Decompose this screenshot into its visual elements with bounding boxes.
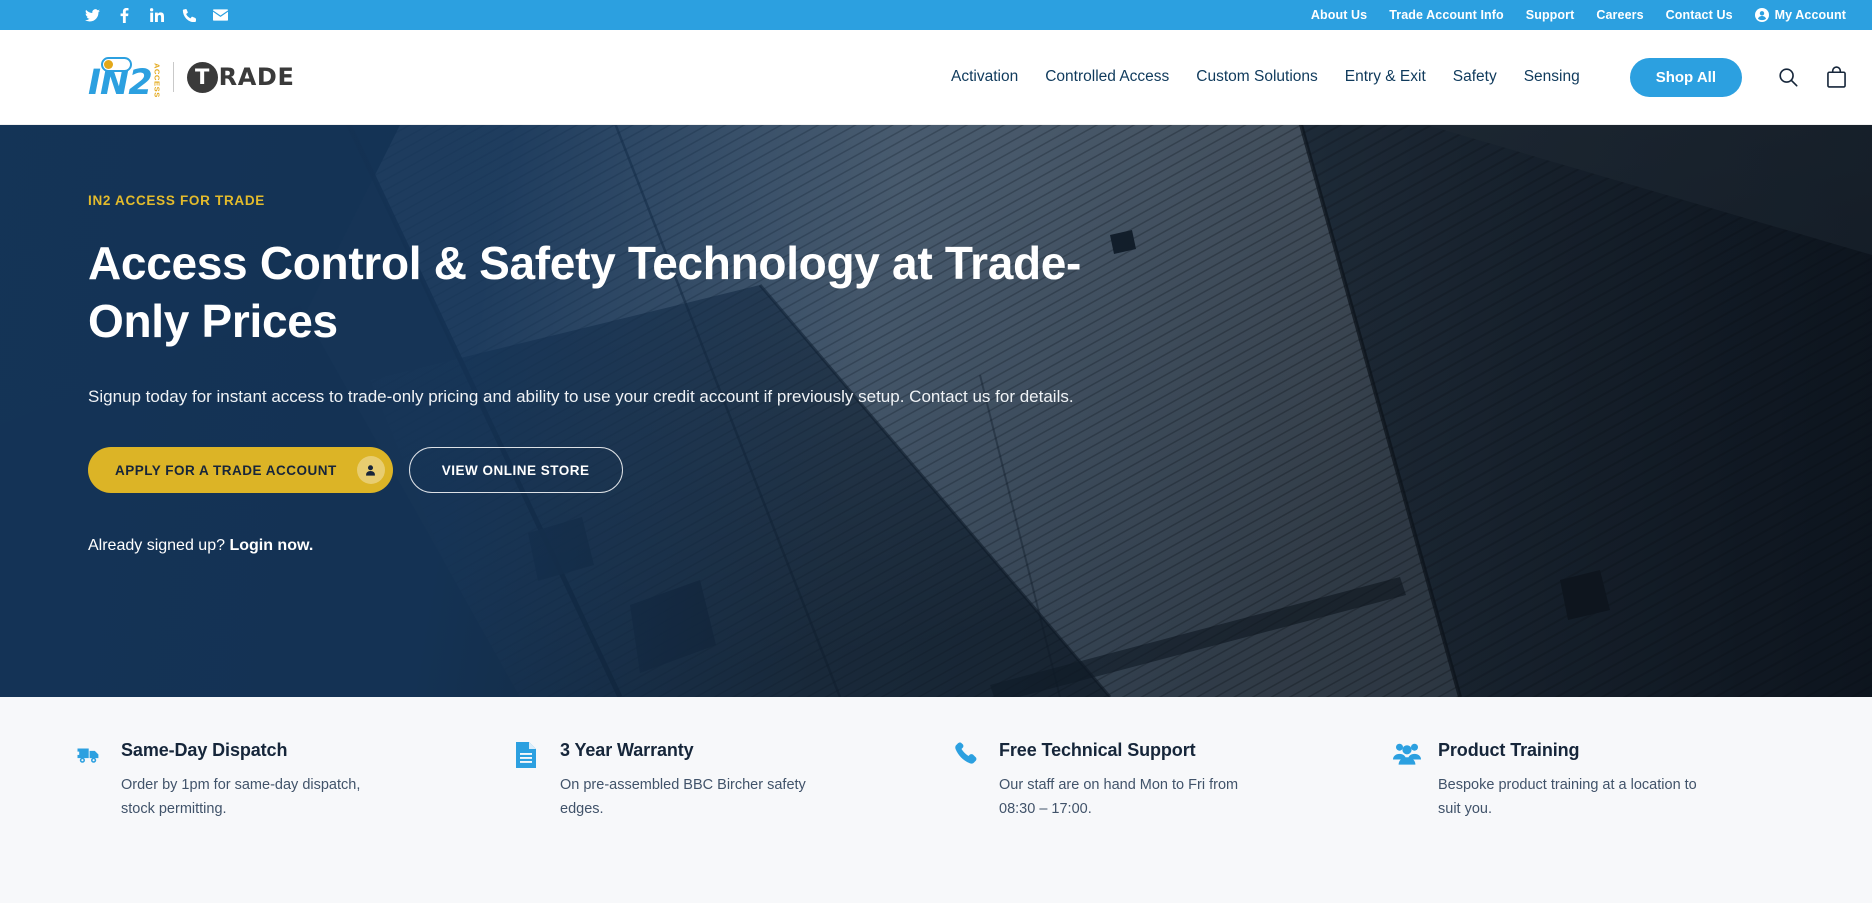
top-link-support[interactable]: Support (1526, 8, 1575, 22)
social-links (85, 7, 228, 23)
logo-t-circle: T (186, 61, 218, 93)
nav-item-entry-exit[interactable]: Entry & Exit (1345, 68, 1426, 86)
search-icon[interactable] (1777, 66, 1799, 88)
logo-rade-text: RADE (218, 63, 295, 91)
people-icon (1393, 740, 1421, 903)
toggle-switch-icon (101, 57, 132, 72)
hero-eyebrow: IN2 ACCESS FOR TRADE (88, 193, 266, 208)
feature-product-training: Product Training Bespoke product trainin… (1393, 740, 1832, 903)
page-title: Access Control & Safety Technology at Tr… (88, 237, 1082, 347)
shop-all-button[interactable]: Shop All (1629, 57, 1742, 97)
feature-text: 3 Year Warranty On pre-assembled BBC Bir… (560, 740, 822, 903)
top-nav-links: About Us Trade Account Info Support Care… (1311, 8, 1846, 22)
feature-title: 3 Year Warranty (560, 740, 694, 760)
linkedin-icon[interactable] (149, 8, 164, 23)
phone-icon[interactable] (181, 8, 196, 23)
logo-in2-access: IN2 ACCESS (88, 54, 162, 101)
document-icon (515, 740, 543, 903)
feature-highlights-bar: Same-Day Dispatch Order by 1pm for same-… (0, 697, 1872, 903)
top-link-careers[interactable]: Careers (1596, 8, 1643, 22)
feature-title: Free Technical Support (999, 740, 1196, 760)
my-account-label: My Account (1774, 8, 1846, 22)
top-utility-bar: About Us Trade Account Info Support Care… (0, 0, 1872, 30)
twitter-icon[interactable] (85, 8, 100, 23)
nav-item-custom-solutions[interactable]: Custom Solutions (1196, 68, 1317, 86)
nav-item-activation[interactable]: Activation (951, 68, 1018, 86)
phone-icon (954, 740, 982, 903)
view-online-store-button[interactable]: VIEW ONLINE STORE (408, 447, 623, 493)
feature-title: Product Training (1438, 740, 1580, 760)
facebook-icon[interactable] (117, 7, 132, 23)
user-icon (356, 456, 385, 484)
already-signed-up-row: Already signed up? Login now. (88, 537, 1872, 555)
feature-free-technical-support: Free Technical Support Our staff are on … (954, 740, 1393, 903)
user-circle-icon (1754, 8, 1769, 22)
top-link-contact-us[interactable]: Contact Us (1666, 8, 1733, 22)
site-logo[interactable]: IN2 ACCESS T RADE (88, 54, 295, 101)
apply-button-label: APPLY FOR A TRADE ACCOUNT (115, 462, 337, 478)
header-action-icons (1777, 66, 1846, 88)
feature-description: Order by 1pm for same-day dispatch, stoc… (121, 777, 361, 817)
hero-paragraph: Signup today for instant access to trade… (88, 387, 1074, 406)
feature-description: Our staff are on hand Mon to Fri from 08… (999, 777, 1239, 817)
logo-divider (172, 62, 174, 92)
site-header: IN2 ACCESS T RADE Activation Controlled … (0, 30, 1872, 125)
nav-item-controlled-access[interactable]: Controlled Access (1045, 68, 1169, 86)
hero-cta-row: APPLY FOR A TRADE ACCOUNT VIEW ONLINE ST… (88, 447, 1872, 493)
feature-text: Product Training Bespoke product trainin… (1438, 740, 1700, 903)
already-signed-up-text: Already signed up? (88, 537, 225, 554)
feature-description: On pre-assembled BBC Bircher safety edge… (560, 777, 806, 817)
top-link-trade-account-info[interactable]: Trade Account Info (1389, 8, 1504, 22)
shopping-bag-icon[interactable] (1827, 66, 1846, 88)
apply-for-trade-account-button[interactable]: APPLY FOR A TRADE ACCOUNT (88, 447, 393, 493)
main-navigation: Activation Controlled Access Custom Solu… (951, 57, 1742, 97)
feature-description: Bespoke product training at a location t… (1438, 777, 1697, 817)
feature-text: Free Technical Support Our staff are on … (999, 740, 1261, 903)
hero-section: IN2 ACCESS FOR TRADE Access Control & Sa… (0, 125, 1872, 697)
nav-item-safety[interactable]: Safety (1453, 68, 1497, 86)
feature-same-day-dispatch: Same-Day Dispatch Order by 1pm for same-… (76, 740, 515, 903)
nav-item-sensing[interactable]: Sensing (1524, 68, 1580, 86)
logo-access-text: ACCESS (152, 63, 162, 98)
email-icon[interactable] (213, 8, 228, 23)
feature-3-year-warranty: 3 Year Warranty On pre-assembled BBC Bir… (515, 740, 954, 903)
feature-title: Same-Day Dispatch (121, 740, 288, 760)
feature-text: Same-Day Dispatch Order by 1pm for same-… (121, 740, 383, 903)
logo-trade: T RADE (186, 61, 295, 93)
login-now-link[interactable]: Login now. (229, 537, 313, 554)
hero-content: IN2 ACCESS FOR TRADE Access Control & Sa… (0, 125, 1872, 555)
truck-icon (76, 740, 104, 903)
top-link-about-us[interactable]: About Us (1311, 8, 1367, 22)
my-account-link[interactable]: My Account (1754, 8, 1846, 22)
